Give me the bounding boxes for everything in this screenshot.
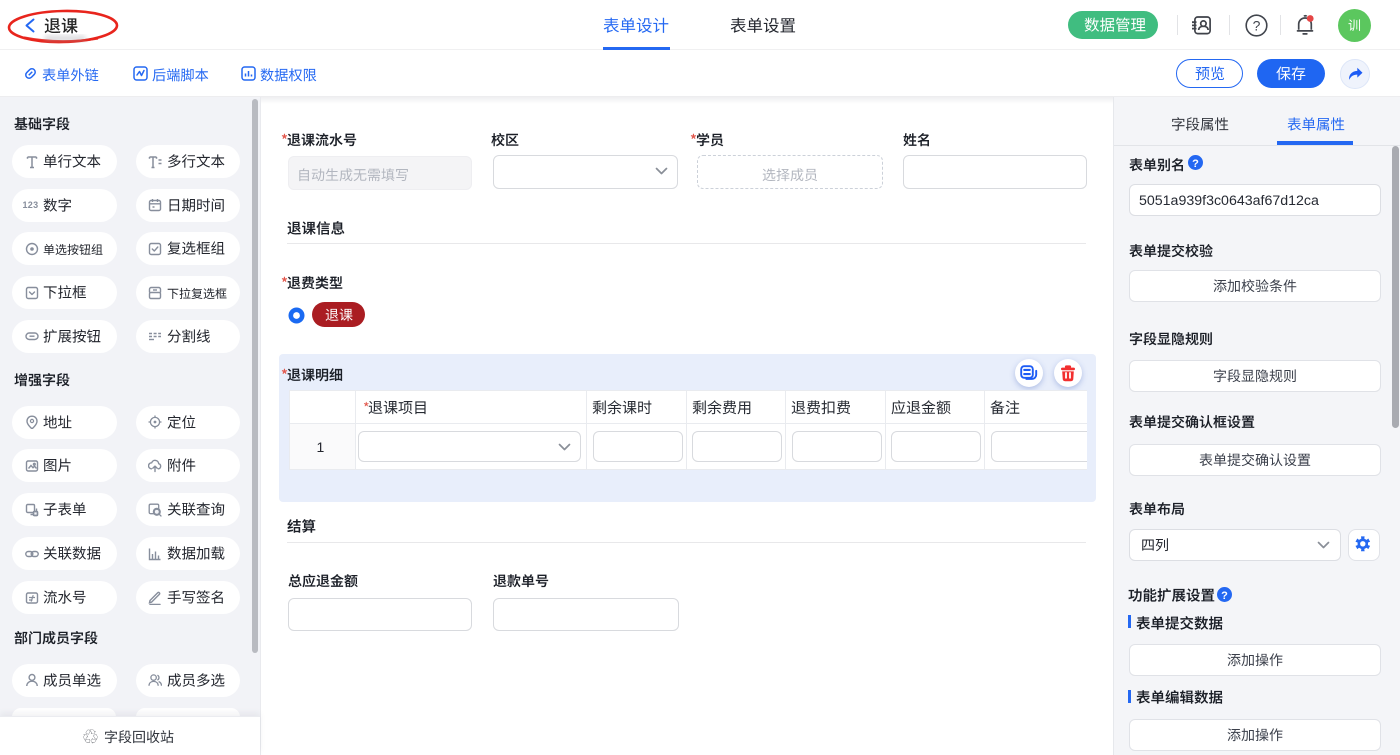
svg-text:?: ? [1192, 158, 1199, 170]
svg-text:?: ? [1253, 17, 1261, 33]
svg-text:?: ? [1221, 589, 1228, 601]
